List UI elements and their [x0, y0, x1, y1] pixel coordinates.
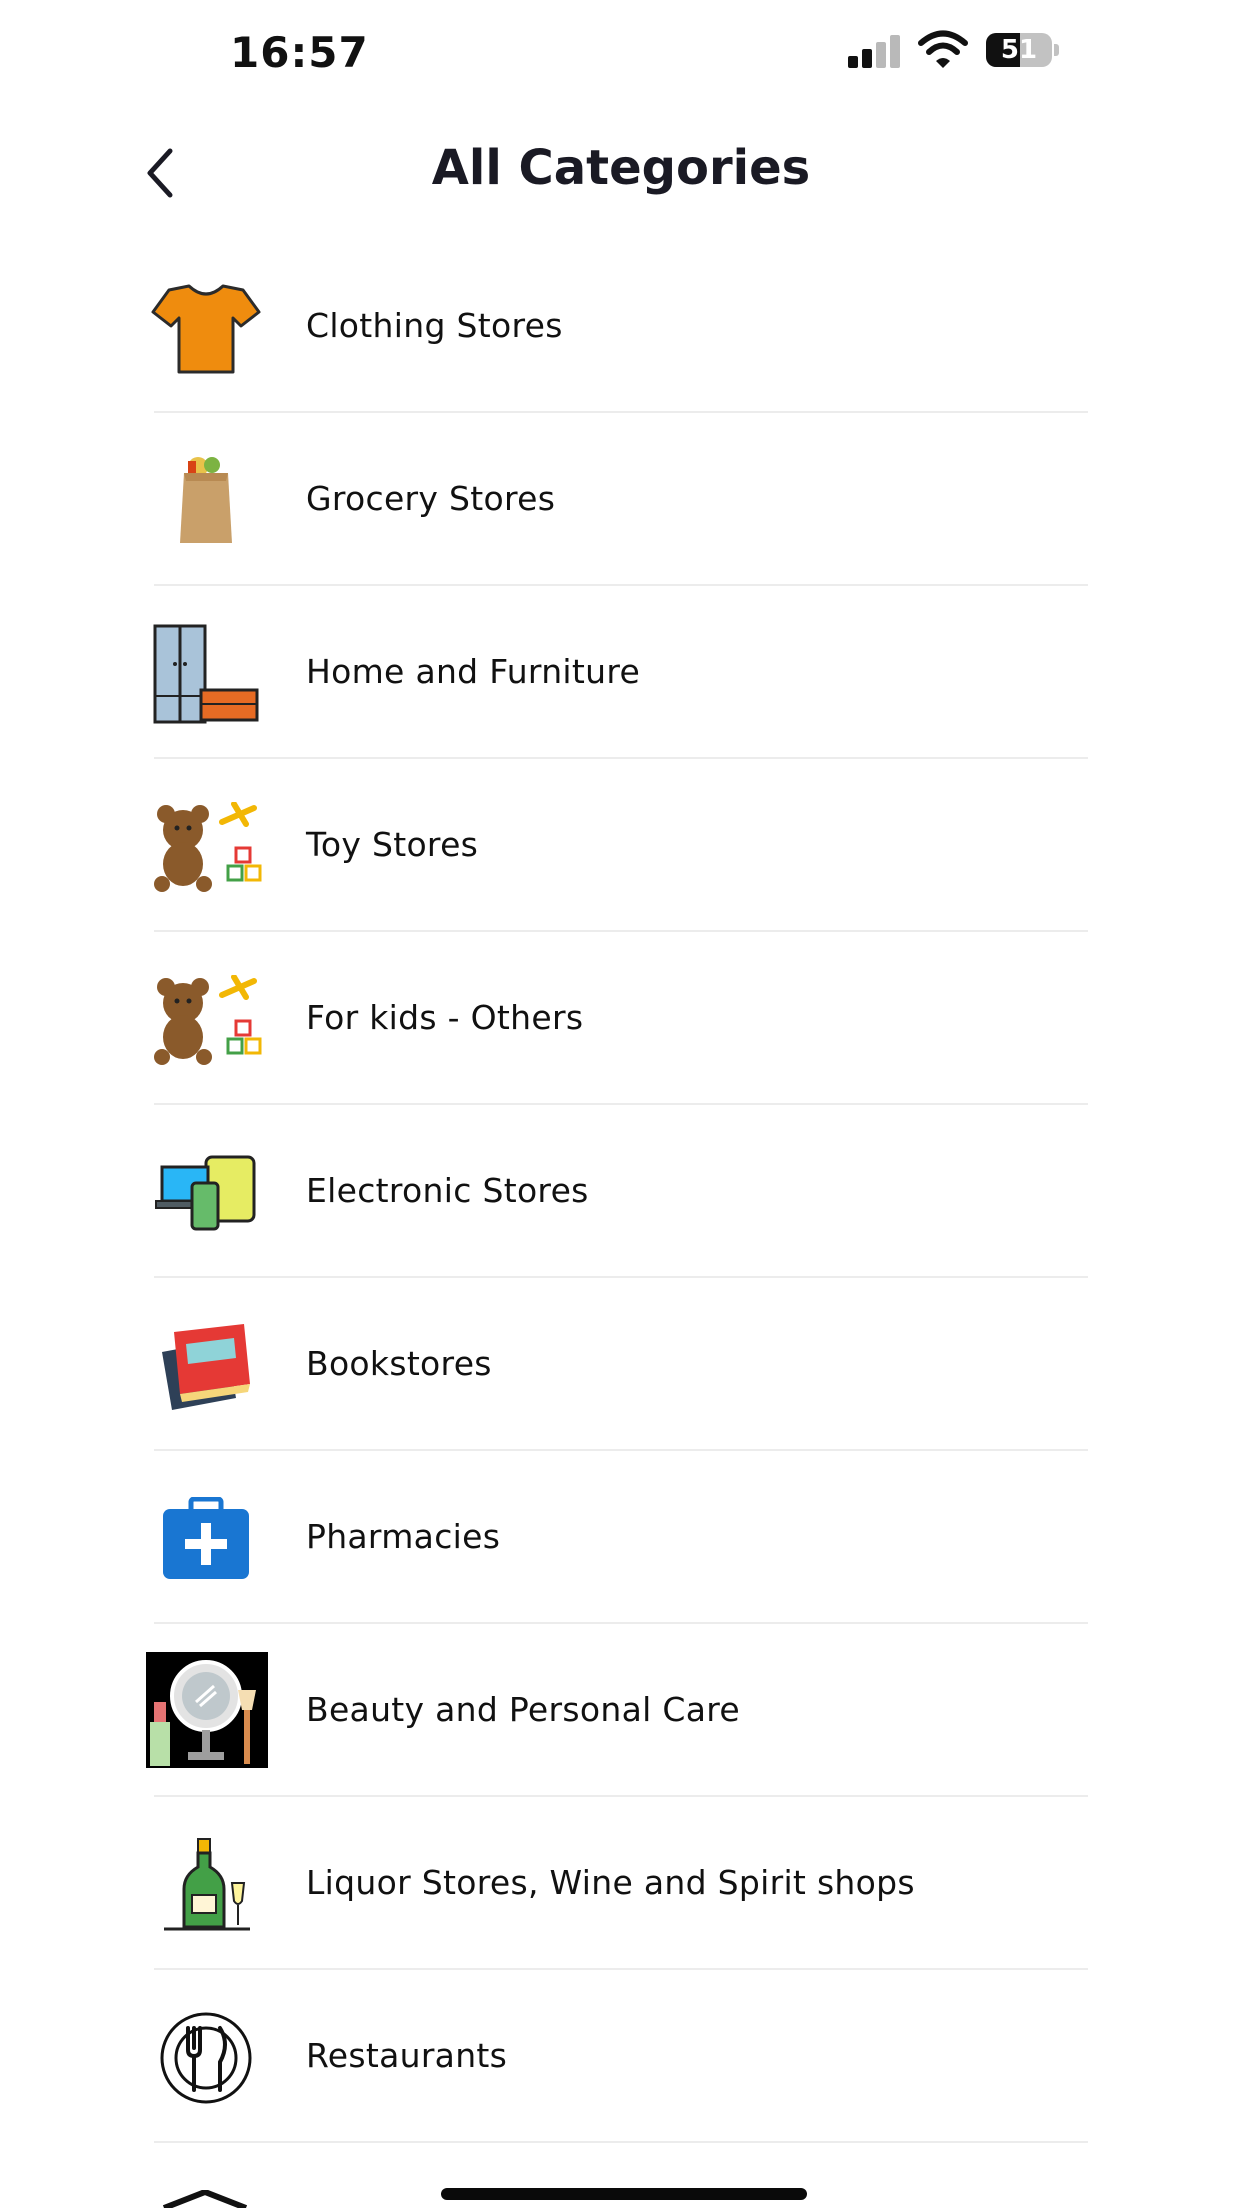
category-label: Beauty and Personal Care: [306, 1690, 740, 1729]
category-item-pharmacies[interactable]: Pharmacies: [0, 1451, 1242, 1624]
category-label: Pharmacies: [306, 1517, 501, 1556]
category-item-clothing-stores[interactable]: Clothing Stores: [0, 240, 1242, 413]
furniture-icon: [148, 624, 264, 724]
first-aid-kit-icon: [148, 1489, 264, 1589]
category-label: Electronic Stores: [306, 1171, 589, 1210]
wifi-icon: [918, 30, 968, 74]
category-item-grocery-stores[interactable]: Grocery Stores: [0, 413, 1242, 586]
category-list: Clothing Stores Grocery Stores Home and …: [0, 240, 1242, 2143]
next-item-icon: [160, 2188, 250, 2212]
category-item-bookstores[interactable]: Bookstores: [0, 1278, 1242, 1451]
home-indicator[interactable]: [441, 2188, 807, 2200]
devices-icon: [148, 1143, 264, 1243]
category-label: Clothing Stores: [306, 306, 563, 345]
battery-icon: 51: [986, 33, 1052, 67]
category-label: Bookstores: [306, 1344, 492, 1383]
teddy-bear-icon: [148, 797, 264, 897]
category-item-toy-stores[interactable]: Toy Stores: [0, 759, 1242, 932]
category-item-electronic-stores[interactable]: Electronic Stores: [0, 1105, 1242, 1278]
wine-bottle-icon: [148, 1835, 264, 1935]
teddy-bear-icon: [148, 970, 264, 1070]
category-label: Liquor Stores, Wine and Spirit shops: [306, 1863, 915, 1902]
category-label: For kids - Others: [306, 998, 584, 1037]
cellular-signal-icon: [848, 34, 902, 68]
cosmetics-mirror-icon: [146, 1652, 268, 1768]
category-label: Toy Stores: [306, 825, 479, 864]
battery-level: 51: [1000, 35, 1038, 65]
category-item-restaurants[interactable]: Restaurants: [0, 1970, 1242, 2143]
status-bar: 16:57 51: [0, 0, 1242, 110]
category-item-for-kids-others[interactable]: For kids - Others: [0, 932, 1242, 1105]
category-item-beauty-and-personal-care[interactable]: Beauty and Personal Care: [0, 1624, 1242, 1797]
grocery-bag-icon: [148, 451, 264, 551]
battery-tip: [1054, 44, 1059, 56]
category-label: Grocery Stores: [306, 479, 556, 518]
category-label: Home and Furniture: [306, 652, 641, 691]
t-shirt-icon: [148, 278, 264, 378]
status-time: 16:57: [230, 28, 369, 77]
category-label: Restaurants: [306, 2036, 508, 2075]
category-item-liquor-stores[interactable]: Liquor Stores, Wine and Spirit shops: [0, 1797, 1242, 1970]
books-icon: [148, 1316, 264, 1416]
category-item-home-and-furniture[interactable]: Home and Furniture: [0, 586, 1242, 759]
divider: [154, 2141, 1088, 2143]
page-title: All Categories: [431, 140, 811, 196]
restaurant-icon: [148, 2008, 264, 2108]
header: All Categories: [0, 120, 1242, 230]
